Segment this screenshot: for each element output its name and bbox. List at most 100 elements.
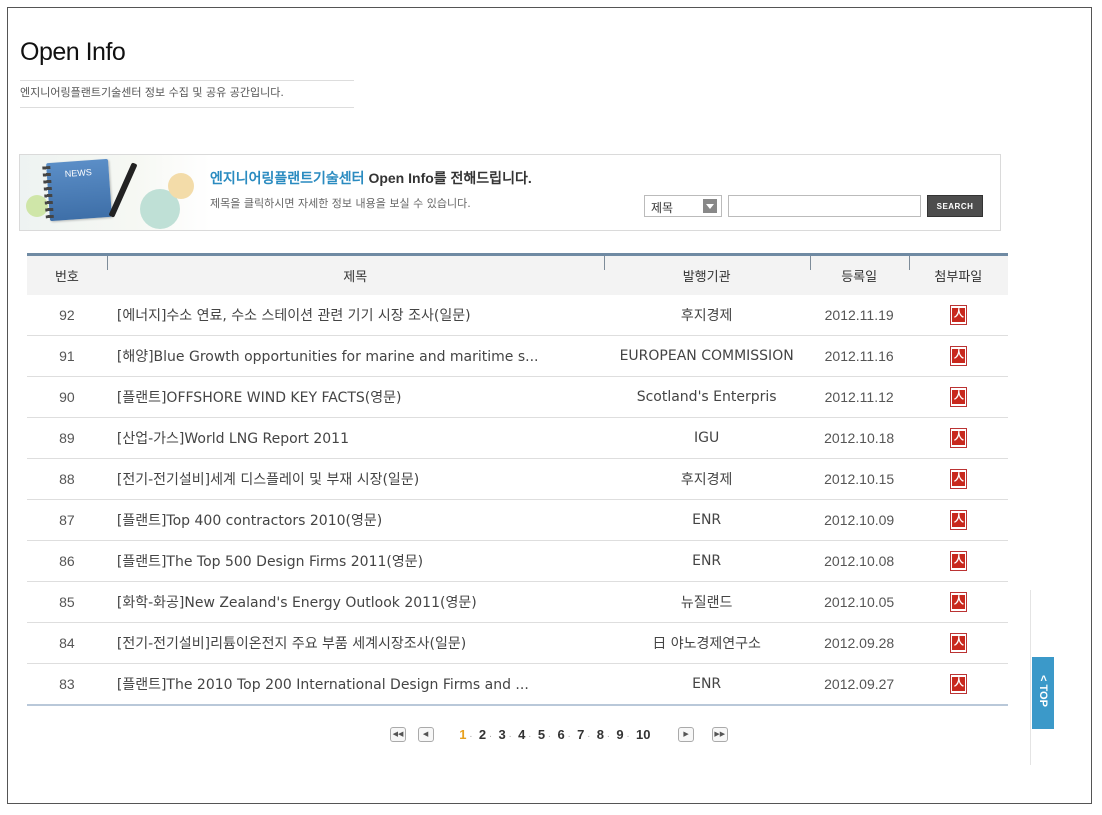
pdf-icon[interactable]: 人: [949, 346, 967, 366]
prev-page-icon[interactable]: ◀: [417, 727, 434, 743]
scroll-top-button[interactable]: < TOP: [1032, 657, 1054, 729]
page-link-3[interactable]: 3: [499, 727, 506, 742]
header-attachment: 첨부파일: [908, 253, 1008, 295]
row-number: 88: [27, 458, 107, 500]
row-title-link[interactable]: [화학-화공]New Zealand's Energy Outlook 2011…: [106, 581, 604, 623]
row-attachment: 人: [908, 540, 1008, 582]
row-number: 85: [27, 581, 107, 623]
row-attachment: 人: [908, 581, 1008, 623]
table-row: 87 [플랜트]Top 400 contractors 2010(영문) ENR…: [27, 499, 1008, 541]
row-number: 91: [27, 335, 107, 377]
page-link-6[interactable]: 6: [557, 727, 564, 742]
table-row: 89 [산업-가스]World LNG Report 2011 IGU 2012…: [27, 417, 1008, 459]
row-publisher: ENR: [603, 499, 810, 541]
row-title-link[interactable]: [플랜트]The Top 500 Design Firms 2011(영문): [106, 540, 604, 582]
row-date: 2012.10.18: [809, 417, 909, 459]
page-link-5[interactable]: 5: [538, 727, 545, 742]
row-attachment: 人: [908, 458, 1008, 500]
first-page-icon[interactable]: ◀◀: [390, 727, 406, 743]
banner-heading-rest: Open Info를 전해드립니다.: [364, 170, 532, 186]
row-number: 86: [27, 540, 107, 582]
table-header-row: 번호 제목 발행기관 등록일 첨부파일: [27, 253, 1008, 295]
table-row: 91 [해양]Blue Growth opportunities for mar…: [27, 335, 1008, 377]
row-number: 84: [27, 622, 107, 664]
pdf-icon[interactable]: 人: [949, 551, 967, 571]
page-link-2[interactable]: 2: [479, 727, 486, 742]
row-title-link[interactable]: [플랜트]OFFSHORE WIND KEY FACTS(영문): [106, 376, 604, 418]
pdf-icon[interactable]: 人: [949, 387, 967, 407]
row-number: 90: [27, 376, 107, 418]
row-date: 2012.11.19: [809, 295, 909, 336]
row-title-link[interactable]: [산업-가스]World LNG Report 2011: [106, 417, 604, 459]
row-title-link[interactable]: [플랜트]The 2010 Top 200 International Desi…: [106, 663, 604, 706]
row-attachment: 人: [908, 499, 1008, 541]
row-publisher: EUROPEAN COMMISSION: [603, 335, 810, 377]
chevron-down-icon[interactable]: [703, 199, 717, 213]
page-subtitle: 엔지니어링플랜트기술센터 정보 수집 및 공유 공간입니다.: [20, 80, 354, 108]
banner-heading: 엔지니어링플랜트기술센터 Open Info를 전해드립니다.: [210, 168, 532, 188]
page-link-1[interactable]: 1: [459, 727, 466, 742]
search-field-select[interactable]: 제목: [644, 195, 722, 217]
pen-icon: [108, 162, 138, 218]
row-attachment: 人: [908, 376, 1008, 418]
row-date: 2012.10.15: [809, 458, 909, 500]
chevron-up-icon: <: [1037, 675, 1049, 685]
header-date: 등록일: [809, 253, 909, 295]
row-publisher: 후지경제: [603, 458, 810, 500]
pdf-icon[interactable]: 人: [949, 633, 967, 653]
table-row: 85 [화학-화공]New Zealand's Energy Outlook 2…: [27, 581, 1008, 623]
pdf-icon[interactable]: 人: [949, 469, 967, 489]
page-link-10[interactable]: 10: [636, 727, 650, 742]
row-number: 83: [27, 663, 107, 706]
last-page-icon[interactable]: ▶▶: [711, 727, 728, 743]
search-button[interactable]: SEARCH: [927, 195, 983, 217]
row-publisher: ENR: [603, 540, 810, 582]
page-link-7[interactable]: 7: [577, 727, 584, 742]
row-date: 2012.10.09: [809, 499, 909, 541]
row-date: 2012.10.08: [809, 540, 909, 582]
pdf-icon[interactable]: 人: [949, 674, 967, 694]
pdf-icon[interactable]: 人: [949, 428, 967, 448]
table-row: 88 [전기-전기설비]세계 디스플레이 및 부재 시장(일문) 후지경제 20…: [27, 458, 1008, 500]
header-title: 제목: [106, 253, 604, 295]
header-title-label: 제목: [343, 270, 368, 285]
row-title-link[interactable]: [전기-전기설비]세계 디스플레이 및 부재 시장(일문): [106, 458, 604, 500]
next-page-icon[interactable]: ▶: [678, 727, 695, 743]
table-row: 86 [플랜트]The Top 500 Design Firms 2011(영문…: [27, 540, 1008, 582]
page-title: Open Info: [20, 38, 126, 66]
page-link-4[interactable]: 4: [518, 727, 525, 742]
banner-brand: 엔지니어링플랜트기술센터: [210, 170, 365, 186]
row-attachment: 人: [908, 663, 1008, 706]
row-number: 89: [27, 417, 107, 459]
header-number: 번호: [27, 253, 107, 295]
pdf-icon[interactable]: 人: [949, 305, 967, 325]
info-table: 번호 제목 발행기관 등록일 첨부파일 92 [에너지]수소 연료, 수소 스테…: [27, 253, 1008, 706]
news-illustration: NEWS: [20, 155, 210, 230]
top-label: < TOP: [1037, 662, 1049, 720]
notebook-icon: NEWS: [42, 158, 112, 222]
header-publisher-label: 발행기관: [682, 270, 731, 285]
row-title-link[interactable]: [전기-전기설비]리튬이온전지 주요 부품 세계시장조사(일문): [106, 622, 604, 664]
page-link-9[interactable]: 9: [616, 727, 623, 742]
pdf-icon[interactable]: 人: [949, 510, 967, 530]
row-title-link[interactable]: [플랜트]Top 400 contractors 2010(영문): [106, 499, 604, 541]
table-row: 84 [전기-전기설비]리튬이온전지 주요 부품 세계시장조사(일문) 日 야노…: [27, 622, 1008, 664]
banner-description: 제목을 클릭하시면 자세한 정보 내용을 보실 수 있습니다.: [210, 197, 471, 210]
row-publisher: IGU: [603, 417, 810, 459]
row-title-link[interactable]: [해양]Blue Growth opportunities for marine…: [106, 335, 604, 377]
row-date: 2012.11.12: [809, 376, 909, 418]
search-field-value: 제목: [651, 201, 674, 215]
pdf-icon[interactable]: 人: [949, 592, 967, 612]
news-badge: NEWS: [64, 167, 93, 179]
row-date: 2012.10.05: [809, 581, 909, 623]
search-input[interactable]: [728, 195, 921, 217]
row-date: 2012.09.28: [809, 622, 909, 664]
news-banner: NEWS 엔지니어링플랜트기술센터 Open Info를 전해드립니다. 제목을…: [19, 154, 1001, 231]
row-attachment: 人: [908, 295, 1008, 336]
row-attachment: 人: [908, 417, 1008, 459]
page-link-8[interactable]: 8: [597, 727, 604, 742]
row-publisher: 후지경제: [603, 295, 810, 336]
row-title-link[interactable]: [에너지]수소 연료, 수소 스테이션 관련 기기 시장 조사(일문): [106, 295, 604, 336]
table-row: 90 [플랜트]OFFSHORE WIND KEY FACTS(영문) Scot…: [27, 376, 1008, 418]
row-publisher: 日 야노경제연구소: [603, 622, 810, 664]
